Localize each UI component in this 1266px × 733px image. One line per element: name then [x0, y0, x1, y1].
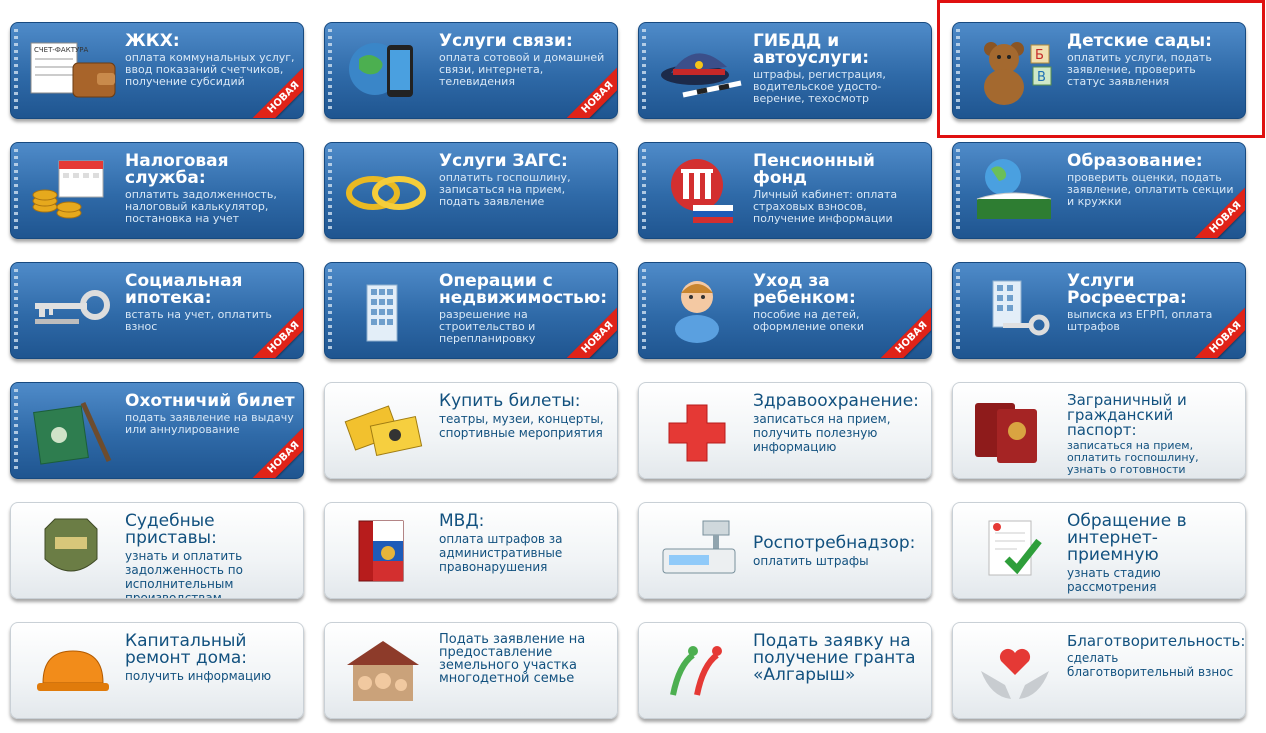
tile-bilety[interactable]: Купить билеты: театры, музеи, концерты, с… — [324, 382, 618, 479]
document-check-icon — [967, 515, 1063, 587]
tile-title: Операции с недвижимостью: — [439, 271, 608, 308]
tile-pasport[interactable]: Заграничный и гражданский паспорт: записа… — [952, 382, 1246, 479]
svg-text:СЧЕТ-ФАКТУРА: СЧЕТ-ФАКТУРА — [34, 46, 88, 54]
tile-title: Благотворительность: — [1067, 632, 1246, 650]
tile-pfr[interactable]: Пенсионный фонд Личный кабинет: оплата ст… — [638, 142, 932, 239]
tile-description: узнать стадию рассмотрения — [1067, 566, 1161, 594]
tile-grant[interactable]: Подать заявку на получение гранта «Алгар… — [638, 622, 932, 719]
bailiff-emblem-icon — [25, 515, 121, 587]
tile-title: МВД: — [439, 511, 485, 531]
tile-zhkh[interactable]: СЧЕТ-ФАКТУРА ЖКХ: оплата коммунальных усл… — [10, 22, 304, 119]
tile-title: Образование: — [1067, 151, 1203, 171]
tile-zags[interactable]: Услуги ЗАГС: оплатить госпошлину, записат… — [324, 142, 618, 239]
services-grid: СЧЕТ-ФАКТУРА ЖКХ: оплата коммунальных усл… — [10, 22, 1246, 719]
tile-title: Заграничный и гражданский паспорт: — [1067, 391, 1187, 439]
tile-description: штрафы, регистрация, водительское удосто… — [753, 68, 886, 105]
tile-blago[interactable]: Благотворительность: сделать благотворите… — [952, 622, 1246, 719]
red-cross-icon — [653, 395, 749, 467]
tile-ipoteka[interactable]: Социальная ипотека: встать на учет, оплат… — [10, 262, 304, 359]
tile-description: сделать благотворительный взнос — [1067, 651, 1234, 679]
tile-description: театры, музеи, концерты, спортивные меро… — [439, 412, 604, 440]
tile-title: ГИБДД и автоуслуги: — [753, 31, 870, 68]
tile-obraz[interactable]: Образование: проверить оценки, подать зая… — [952, 142, 1246, 239]
tile-description: оплатить штрафы — [753, 554, 869, 568]
tile-title: Детские сады: — [1067, 31, 1212, 51]
tile-gibdd[interactable]: ГИБДД и автоуслуги: штрафы, регистрация, … — [638, 22, 932, 119]
tile-description: оплата штрафов за административные право… — [439, 532, 563, 574]
svg-text:В: В — [1037, 70, 1046, 85]
tile-description: оплатить услуги, подать заявление, прове… — [1067, 51, 1212, 88]
coins-calendar-icon — [25, 155, 121, 227]
globe-book-icon — [967, 155, 1063, 227]
tile-title: Пенсионный фонд — [753, 151, 875, 188]
tile-nedv[interactable]: Операции с недвижимостью: разрешение на с… — [324, 262, 618, 359]
tile-obrashenie[interactable]: Обращение в интернет-приемную узнать стад… — [952, 502, 1246, 599]
heart-hands-icon — [967, 635, 1063, 707]
tickets-icon — [339, 395, 435, 467]
building-icon — [339, 275, 435, 347]
tile-description: проверить оценки, подать заявление, опла… — [1067, 171, 1234, 208]
tile-description: Личный кабинет: оплата страховых взносов… — [753, 188, 898, 225]
tile-description: оплата сотовой и домашней связи, интерне… — [439, 51, 605, 88]
tile-title: ЖКХ: — [125, 31, 180, 51]
tile-sady[interactable]: БВ Детские сады: оплатить услуги, подать … — [952, 22, 1246, 119]
algarysh-logo-icon — [653, 635, 749, 707]
tile-description: узнать и оплатить задолженность по испол… — [125, 549, 243, 599]
hard-hat-icon — [25, 635, 121, 707]
pfr-logo-icon — [653, 155, 749, 227]
tile-ohota[interactable]: Охотничий билет подать заявление на выдач… — [10, 382, 304, 479]
tile-description: оплатить госпошлину, записаться на прием… — [439, 171, 571, 208]
tile-nalog[interactable]: Налоговая служба: оплатить задолженность,… — [10, 142, 304, 239]
codex-book-icon — [339, 515, 435, 587]
family-house-icon — [339, 635, 435, 707]
police-cap-icon — [653, 35, 749, 107]
tile-pristavy[interactable]: Судебные приставы: узнать и оплатить задо… — [10, 502, 304, 599]
tile-rebenok[interactable]: Уход за ребенком: пособие на детей, оформ… — [638, 262, 932, 359]
tile-description: подать заявление на выдачу или аннулиров… — [125, 411, 294, 436]
globe-phone-icon — [339, 35, 435, 107]
tile-description: оплатить задолженность, налоговый кальку… — [125, 188, 277, 225]
tile-title: Капитальный ремонт дома: — [125, 631, 248, 668]
tile-title: Подать заявление на предоставление земел… — [439, 632, 586, 686]
tile-title: Роспотребнадзор: — [753, 533, 916, 553]
passport-icon — [967, 395, 1063, 467]
teddy-bear-icon: БВ — [967, 35, 1063, 107]
tile-zdrav[interactable]: Здравоохранение: записаться на прием, пол… — [638, 382, 932, 479]
hunting-ticket-icon — [25, 395, 121, 467]
tile-description: выписка из ЕГРП, оплата штрафов — [1067, 308, 1213, 333]
tile-title: Подать заявку на получение гранта «Алгар… — [753, 631, 916, 685]
tile-description: оплата коммунальных услуг, ввод показани… — [125, 51, 295, 88]
tile-title: Здравоохранение: — [753, 391, 919, 411]
tile-title: Социальная ипотека: — [125, 271, 243, 308]
tile-description: встать на учет, оплатить взнос — [125, 308, 272, 333]
tile-title: Налоговая служба: — [125, 151, 229, 188]
tile-rosreestr[interactable]: Услуги Росреестра: выписка из ЕГРП, оплат… — [952, 262, 1246, 359]
invoice-wallet-icon: СЧЕТ-ФАКТУРА — [25, 35, 121, 107]
tile-title: Купить билеты: — [439, 391, 581, 411]
tile-rospotreb[interactable]: Роспотребнадзор: оплатить штрафы — [638, 502, 932, 599]
keys-icon — [25, 275, 121, 347]
tile-kapremont[interactable]: Капитальный ремонт дома: получить информа… — [10, 622, 304, 719]
tile-title: Обращение в интернет-приемную — [1067, 511, 1187, 565]
tile-description: получить информацию — [125, 669, 272, 683]
scales-icon — [653, 515, 749, 587]
tile-title: Услуги связи: — [439, 31, 573, 51]
tile-title: Охотничий билет — [125, 391, 295, 411]
tile-title: Услуги Росреестра: — [1067, 271, 1187, 308]
tile-mvd[interactable]: МВД: оплата штрафов за административные п… — [324, 502, 618, 599]
tile-title: Услуги ЗАГС: — [439, 151, 568, 171]
tile-description: записаться на прием, оплатить госпошлину… — [1067, 439, 1199, 476]
tile-mnogodet[interactable]: Подать заявление на предоставление земел… — [324, 622, 618, 719]
tile-description: записаться на прием, получить полезную и… — [753, 412, 891, 454]
tile-title: Судебные приставы: — [125, 511, 217, 548]
building-keys-icon — [967, 275, 1063, 347]
tile-description: пособие на детей, оформление опеки — [753, 308, 865, 333]
svg-text:Б: Б — [1035, 48, 1044, 63]
rings-icon — [339, 155, 435, 227]
tile-title: Уход за ребенком: — [753, 271, 856, 308]
tile-svyaz[interactable]: Услуги связи: оплата сотовой и домашней с… — [324, 22, 618, 119]
child-icon — [653, 275, 749, 347]
